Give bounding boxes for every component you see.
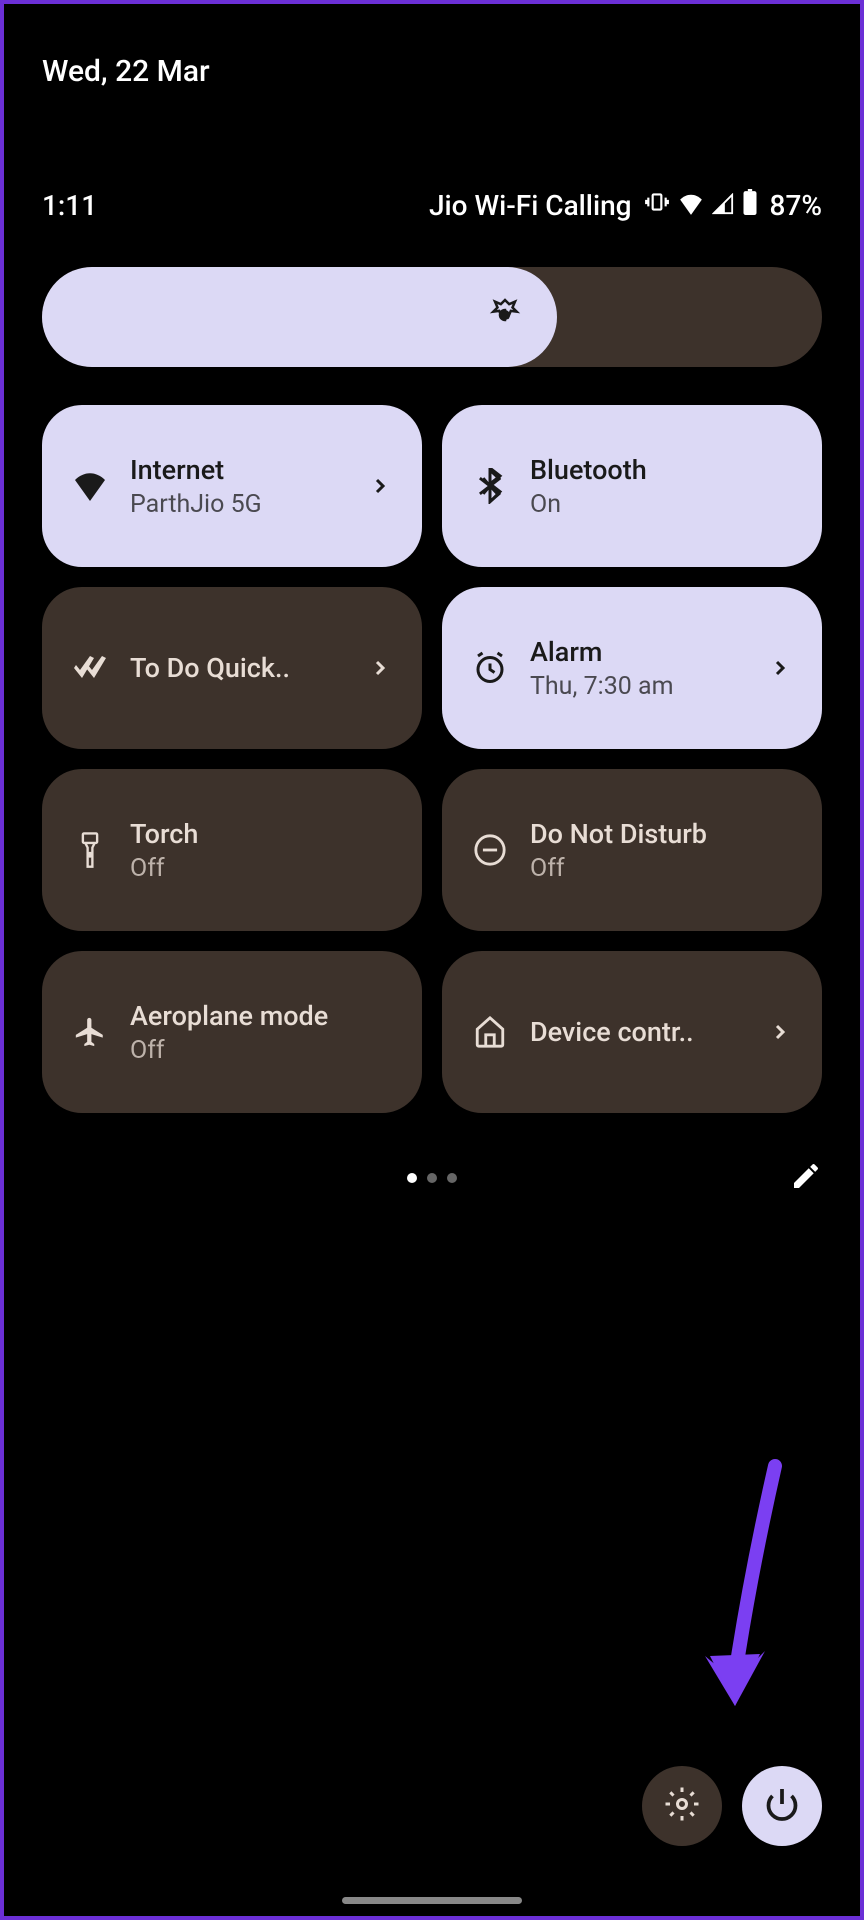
page-dot[interactable]	[427, 1173, 437, 1183]
todo-tile[interactable]: To Do Quick..	[42, 587, 422, 749]
vibrate-icon	[644, 189, 670, 222]
bluetooth-icon	[472, 468, 508, 504]
tile-title: Torch	[130, 818, 392, 850]
navigation-bar[interactable]	[342, 1897, 522, 1904]
carrier-label: Jio Wi-Fi Calling	[429, 189, 632, 222]
alarm-tile[interactable]: Alarm Thu, 7:30 am	[442, 587, 822, 749]
airplane-icon	[72, 1014, 108, 1050]
tile-title: Aeroplane mode	[130, 1000, 392, 1032]
tile-subtitle: Off	[130, 1036, 392, 1065]
home-icon	[472, 1014, 508, 1050]
status-bar: 1:11 Jio Wi-Fi Calling	[42, 189, 822, 222]
internet-tile[interactable]: Internet ParthJio 5G	[42, 405, 422, 567]
page-dot[interactable]	[407, 1173, 417, 1183]
power-button[interactable]	[742, 1766, 822, 1846]
dnd-tile[interactable]: Do Not Disturb Off	[442, 769, 822, 931]
power-icon	[764, 1786, 800, 1826]
tile-subtitle: On	[530, 490, 792, 519]
gear-icon	[664, 1786, 700, 1826]
date-label: Wed, 22 Mar	[42, 54, 822, 89]
chevron-right-icon	[368, 656, 392, 680]
chevron-right-icon	[768, 656, 792, 680]
wifi-icon	[678, 189, 704, 222]
tile-title: Internet	[130, 454, 346, 486]
airplane-tile[interactable]: Aeroplane mode Off	[42, 951, 422, 1113]
signal-icon	[712, 189, 734, 222]
tile-subtitle: ParthJio 5G	[130, 490, 346, 519]
settings-button[interactable]	[642, 1766, 722, 1846]
bluetooth-tile[interactable]: Bluetooth On	[442, 405, 822, 567]
device-controls-tile[interactable]: Device contr..	[442, 951, 822, 1113]
alarm-icon	[472, 650, 508, 686]
page-dot[interactable]	[447, 1173, 457, 1183]
tile-title: Bluetooth	[530, 454, 792, 486]
chevron-right-icon	[768, 1020, 792, 1044]
dnd-icon	[472, 832, 508, 868]
battery-icon	[742, 189, 758, 222]
tile-subtitle: Off	[130, 854, 392, 883]
tile-subtitle: Off	[530, 854, 792, 883]
tile-title: Alarm	[530, 636, 746, 668]
tile-title: Device contr..	[530, 1016, 746, 1048]
brightness-slider[interactable]	[42, 267, 822, 367]
annotation-arrow	[680, 1456, 800, 1736]
time-label: 1:11	[42, 189, 97, 222]
pagination	[42, 1158, 822, 1198]
wifi-icon	[72, 468, 108, 504]
battery-label: 87%	[770, 189, 822, 222]
torch-tile[interactable]: Torch Off	[42, 769, 422, 931]
torch-icon	[72, 832, 108, 868]
tile-title: To Do Quick..	[130, 652, 346, 684]
chevron-right-icon	[368, 474, 392, 498]
edit-button[interactable]	[790, 1160, 822, 1196]
checkmark-icon	[72, 650, 108, 686]
tile-subtitle: Thu, 7:30 am	[530, 672, 746, 701]
tile-title: Do Not Disturb	[530, 818, 792, 850]
brightness-icon	[485, 295, 525, 339]
